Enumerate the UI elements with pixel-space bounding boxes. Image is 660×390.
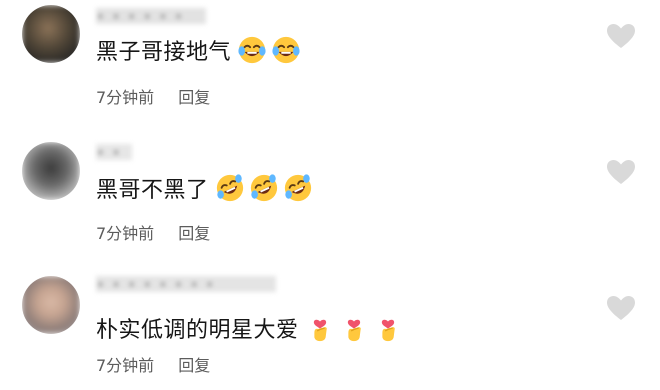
rolling-laughing-emoji (216, 174, 243, 202)
rolling-laughing-emoji (284, 174, 311, 202)
reply-button[interactable]: 回复 (178, 356, 210, 375)
tears-of-joy-emoji (238, 36, 266, 64)
heart-icon[interactable] (605, 158, 637, 186)
finger-heart-emoji (347, 319, 361, 342)
heart-icon[interactable] (605, 294, 637, 322)
comment-text: 黑子哥接地气 (96, 40, 232, 65)
username[interactable]: • • • • • • • • (96, 276, 276, 294)
comment-item: • • • • • • 黑子哥接地气 7分钟前 回复 (0, 0, 660, 120)
comment-time: 7分钟前 (96, 224, 155, 243)
reply-button[interactable]: 回复 (178, 88, 210, 107)
comment-item: • • 黑哥不黑了 7分钟前 回复 (0, 136, 660, 256)
comment-text: 黑哥不黑了 (96, 178, 209, 203)
tears-of-joy-emoji (272, 36, 300, 64)
avatar[interactable] (22, 142, 80, 200)
finger-heart-emoji (313, 319, 327, 342)
avatar[interactable] (22, 276, 80, 334)
username[interactable]: • • (96, 144, 132, 162)
avatar[interactable] (22, 5, 80, 63)
comment-text: 朴实低调的明星大爱 (96, 318, 299, 343)
comment-time: 7分钟前 (96, 356, 155, 375)
comment-time: 7分钟前 (96, 88, 155, 107)
finger-heart-emoji (381, 319, 395, 342)
rolling-laughing-emoji (250, 174, 277, 202)
username[interactable]: • • • • • • (96, 8, 206, 26)
reply-button[interactable]: 回复 (178, 224, 210, 243)
heart-icon[interactable] (605, 22, 637, 50)
comment-item: • • • • • • • • 朴实低调的明星大爱 7分钟前 回复 (0, 270, 660, 390)
